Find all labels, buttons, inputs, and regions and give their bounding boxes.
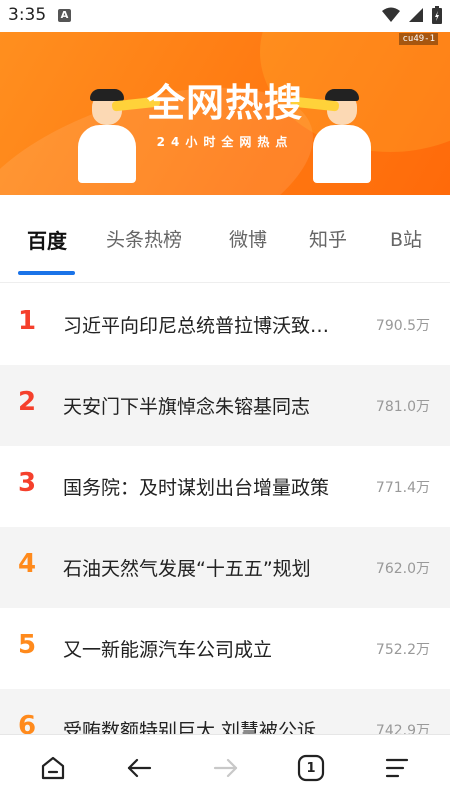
- bottom-nav-bar: 1: [0, 734, 450, 800]
- item-title: 又一新能源汽车公司成立: [63, 639, 273, 661]
- back-arrow-icon[interactable]: [124, 753, 154, 783]
- signal-icon: [409, 8, 423, 22]
- heat-count: 762.0万: [375, 561, 430, 577]
- banner-title: 全网热搜: [146, 81, 303, 125]
- notification-icon: A: [58, 9, 71, 22]
- status-icons: [382, 6, 442, 24]
- list-item[interactable]: 5 又一新能源汽车公司成立 752.2万: [0, 608, 450, 689]
- source-tabs: 百度 头条热榜 微博 知乎 B站: [0, 195, 450, 283]
- banner-subtitle: 24小时全网热点: [156, 135, 294, 149]
- tab-weibo[interactable]: 微博: [229, 225, 267, 252]
- heat-count: 790.5万: [375, 318, 430, 334]
- battery-icon: [432, 6, 442, 24]
- rank-number: 4: [18, 549, 37, 579]
- tab-baidu[interactable]: 百度: [27, 225, 67, 254]
- forward-arrow-icon[interactable]: [211, 753, 241, 783]
- status-bar: 3:35 A: [0, 0, 450, 32]
- banner-tag: cu49-1: [399, 33, 438, 45]
- active-tab-indicator: [18, 271, 75, 275]
- rank-number: 1: [18, 306, 37, 336]
- rank-number: 5: [18, 630, 37, 660]
- list-item[interactable]: 4 石油天然气发展“十五五”规划 762.0万: [0, 527, 450, 608]
- list-item[interactable]: 1 习近平向印尼总统普拉博沃致贺电 790.5万: [0, 284, 450, 365]
- rank-number: 3: [18, 468, 37, 498]
- item-title: 国务院：及时谋划出台增量政策: [63, 477, 330, 499]
- hot-list: 1 习近平向印尼总统普拉博沃致贺电 790.5万 2 天安门下半旗悼念朱镕基同志…: [0, 284, 450, 770]
- rank-number: 2: [18, 387, 37, 417]
- wifi-icon: [382, 7, 400, 22]
- list-item[interactable]: 2 天安门下半旗悼念朱镕基同志 781.0万: [0, 365, 450, 446]
- tabs-icon[interactable]: 1: [296, 753, 326, 783]
- home-icon[interactable]: [38, 753, 68, 783]
- status-time: 3:35: [8, 5, 47, 25]
- hot-search-banner: cu49-1 全网热搜 24小时全网热点: [0, 32, 450, 195]
- item-title: 天安门下半旗悼念朱镕基同志: [63, 396, 311, 418]
- item-title: 习近平向印尼总统普拉博沃致贺电: [63, 315, 333, 337]
- heat-count: 752.2万: [375, 642, 430, 658]
- list-item[interactable]: 3 国务院：及时谋划出台增量政策 771.4万: [0, 446, 450, 527]
- menu-icon[interactable]: [382, 753, 412, 783]
- heat-count: 781.0万: [375, 399, 430, 415]
- tab-count: 1: [306, 760, 316, 776]
- tab-zhihu[interactable]: 知乎: [309, 225, 347, 252]
- heat-count: 771.4万: [375, 480, 430, 496]
- tab-toutiao[interactable]: 头条热榜: [106, 225, 182, 252]
- item-title: 石油天然气发展“十五五”规划: [63, 558, 311, 580]
- tab-bilibili[interactable]: B站: [390, 225, 422, 252]
